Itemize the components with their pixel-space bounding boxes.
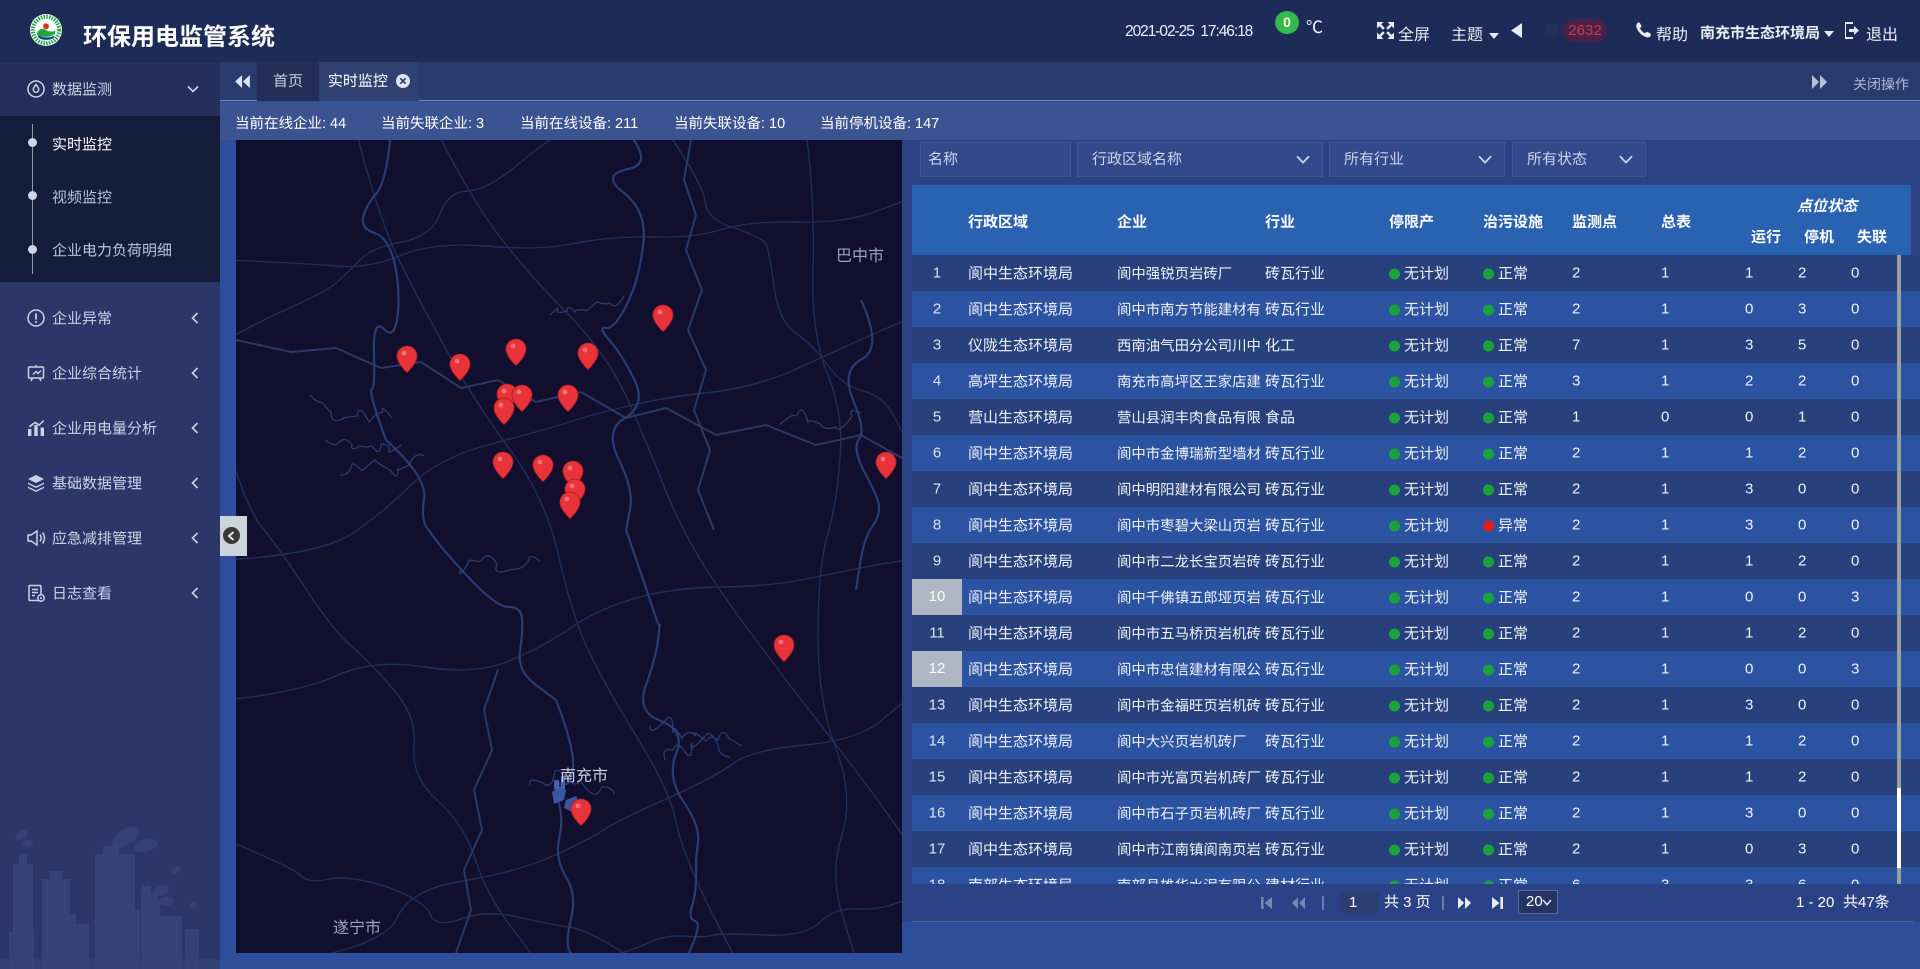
svg-text:遂宁市: 遂宁市: [333, 914, 381, 938]
svg-text:巴中市: 巴中市: [836, 242, 884, 266]
svg-text:南充市: 南充市: [560, 762, 608, 786]
